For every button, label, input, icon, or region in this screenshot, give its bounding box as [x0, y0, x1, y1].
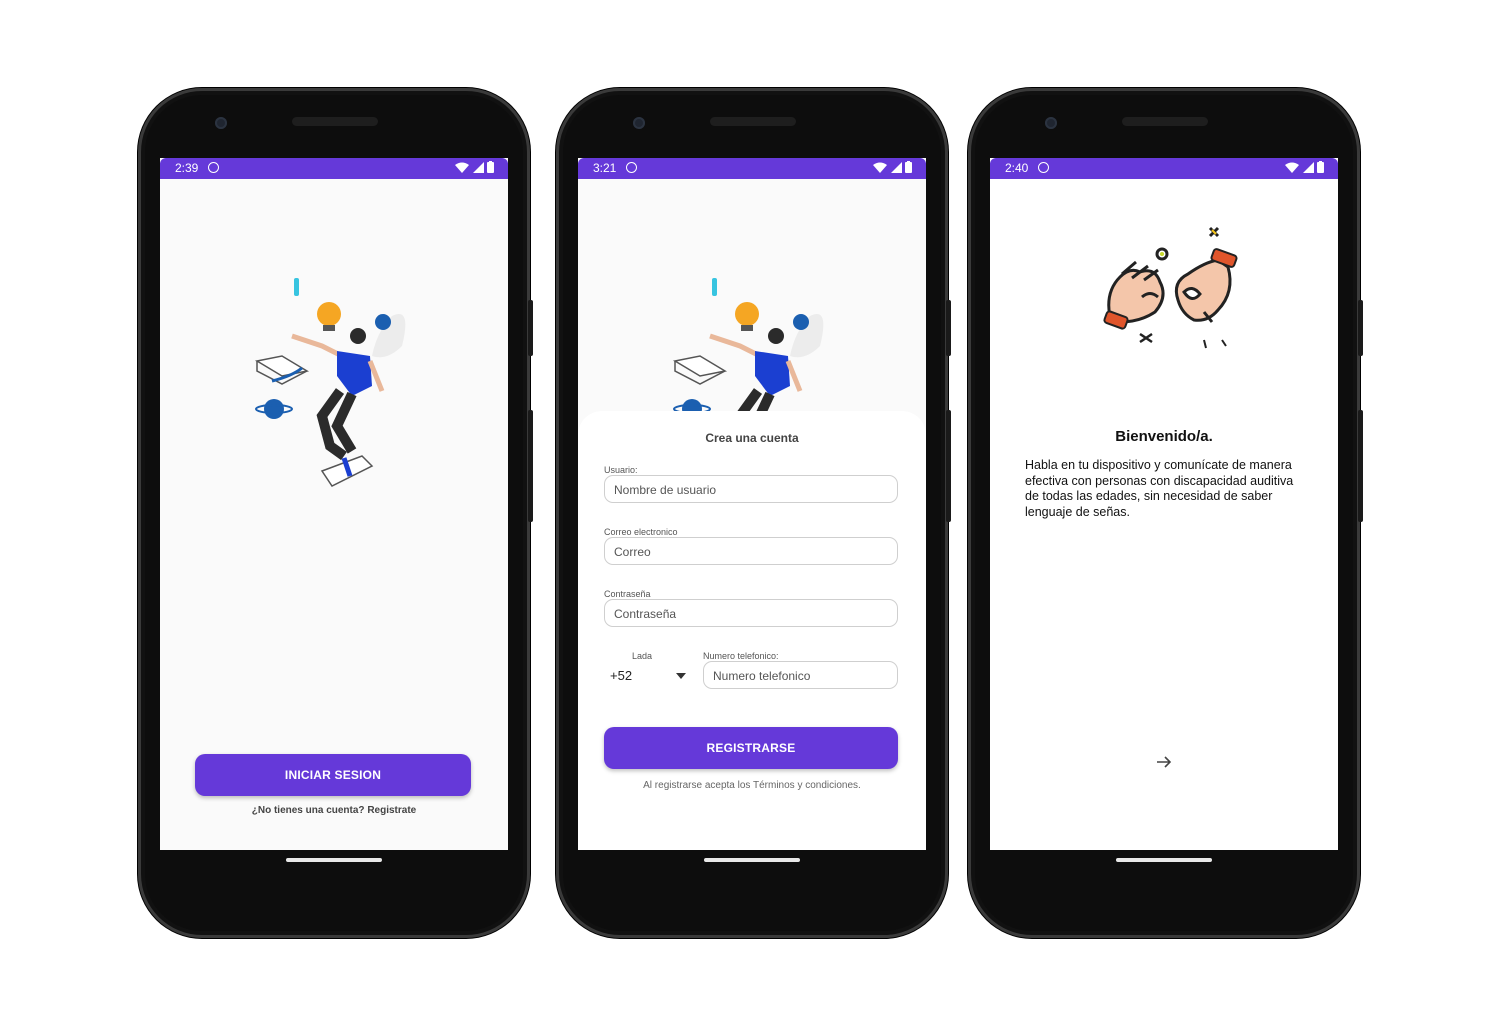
earpiece-speaker [710, 117, 796, 126]
sign-language-hands-icon [1103, 226, 1238, 349]
front-camera [215, 117, 227, 129]
username-label: Usuario: [604, 465, 638, 475]
welcome-body: Habla en tu dispositivo y comunícate de … [1025, 458, 1294, 519]
dnd-icon [1038, 162, 1049, 173]
home-indicator[interactable] [286, 858, 382, 862]
power-button [1358, 300, 1363, 356]
battery-icon [1317, 161, 1324, 173]
signal-icon [1302, 162, 1314, 173]
login-button[interactable]: INICIAR SESION [195, 754, 471, 796]
phone-label: Numero telefonico: [703, 651, 779, 661]
status-time: 2:40 [1005, 161, 1029, 175]
battery-icon [905, 161, 912, 173]
terms-text[interactable]: Al registrarse acepta los Términos y con… [578, 780, 926, 791]
email-input[interactable]: Correo [604, 537, 898, 565]
status-bar: 2:40 [990, 158, 1338, 179]
status-time: 3:21 [593, 161, 617, 175]
front-camera [633, 117, 645, 129]
volume-button [528, 410, 533, 522]
volume-button [946, 410, 951, 522]
register-screen: 3:21 Crea una cuenta Usuario: Nombre de … [578, 158, 926, 850]
lada-label: Lada [632, 651, 653, 661]
home-indicator[interactable] [704, 858, 800, 862]
system-icons [873, 161, 912, 176]
login-screen: 2:39 INICIAR SESION ¿No tienes una cuent… [160, 158, 508, 850]
password-label: Contraseña [604, 589, 651, 599]
phone-input[interactable]: Numero telefonico [703, 661, 898, 689]
earpiece-speaker [292, 117, 378, 126]
signal-icon [890, 162, 902, 173]
system-icons [455, 161, 494, 176]
power-button [946, 300, 951, 356]
phone-frame-register: 3:21 Crea una cuenta Usuario: Nombre de … [556, 88, 951, 938]
lada-select[interactable]: +52 [610, 667, 690, 691]
power-button [528, 300, 533, 356]
signup-link[interactable]: ¿No tienes una cuenta? Registrate [160, 805, 508, 816]
password-input[interactable]: Contraseña [604, 599, 898, 627]
front-camera [1045, 117, 1057, 129]
register-button[interactable]: REGISTRARSE [604, 727, 898, 769]
dropdown-arrow-icon [676, 673, 686, 679]
arrow-right-icon[interactable] [1156, 755, 1172, 769]
battery-icon [487, 161, 494, 173]
phone-frame-login: 2:39 INICIAR SESION ¿No tienes una cuent… [138, 88, 533, 938]
status-bar: 3:21 [578, 158, 926, 179]
phone-frame-welcome: 2:40 Bienvenido/a. Habla en tu dispositi… [968, 88, 1363, 938]
status-bar: 2:39 [160, 158, 508, 179]
welcome-screen: 2:40 Bienvenido/a. Habla en tu dispositi… [990, 158, 1338, 850]
dnd-icon [626, 162, 637, 173]
signal-icon [472, 162, 484, 173]
volume-button [1358, 410, 1363, 522]
wifi-icon [1285, 162, 1300, 173]
home-indicator[interactable] [1116, 858, 1212, 862]
earpiece-speaker [1122, 117, 1208, 126]
username-input[interactable]: Nombre de usuario [604, 475, 898, 503]
wifi-icon [455, 162, 470, 173]
register-form-sheet: Crea una cuenta Usuario: Nombre de usuar… [578, 411, 926, 850]
lada-value: +52 [610, 668, 633, 683]
person-illustration [254, 278, 406, 487]
form-title: Crea una cuenta [705, 431, 799, 445]
status-time: 2:39 [175, 161, 199, 175]
wifi-icon [873, 162, 888, 173]
dnd-icon [208, 162, 219, 173]
welcome-title: Bienvenido/a. [1115, 428, 1213, 445]
email-label: Correo electronico [604, 527, 678, 537]
system-icons [1285, 161, 1324, 176]
